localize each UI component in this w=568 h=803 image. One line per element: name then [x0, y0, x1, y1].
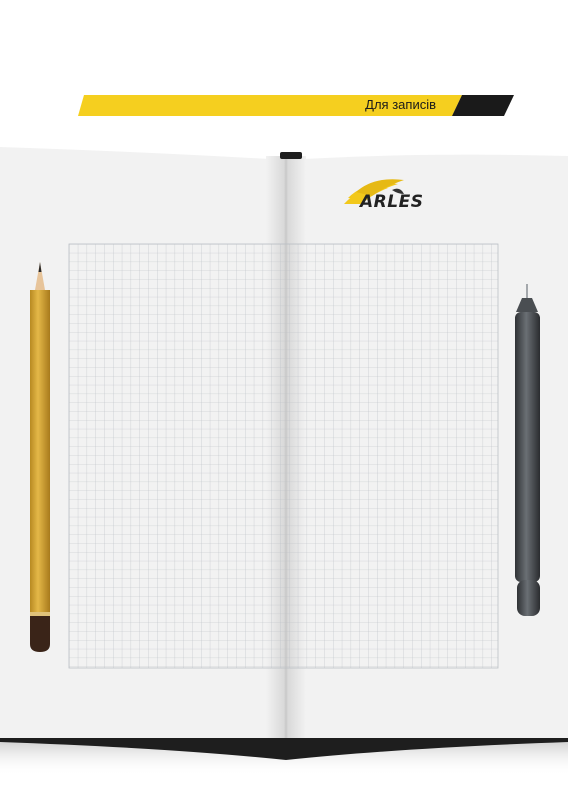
pen-end — [517, 580, 540, 616]
banner — [78, 95, 514, 116]
pencil — [30, 262, 50, 652]
banner-accent — [452, 95, 514, 116]
pen — [515, 284, 540, 616]
logo-text: ARLES — [360, 192, 424, 212]
pencil-band — [30, 612, 50, 616]
pen-body — [515, 312, 540, 582]
banner-label: Для записів — [365, 97, 436, 112]
bookmark-ribbon — [280, 152, 302, 159]
product-photo: Для записів ARLES — [0, 0, 568, 798]
pencil-end-cap — [30, 616, 50, 652]
photo-canvas — [0, 95, 568, 776]
grid-area — [68, 243, 499, 669]
pencil-body — [30, 290, 50, 614]
